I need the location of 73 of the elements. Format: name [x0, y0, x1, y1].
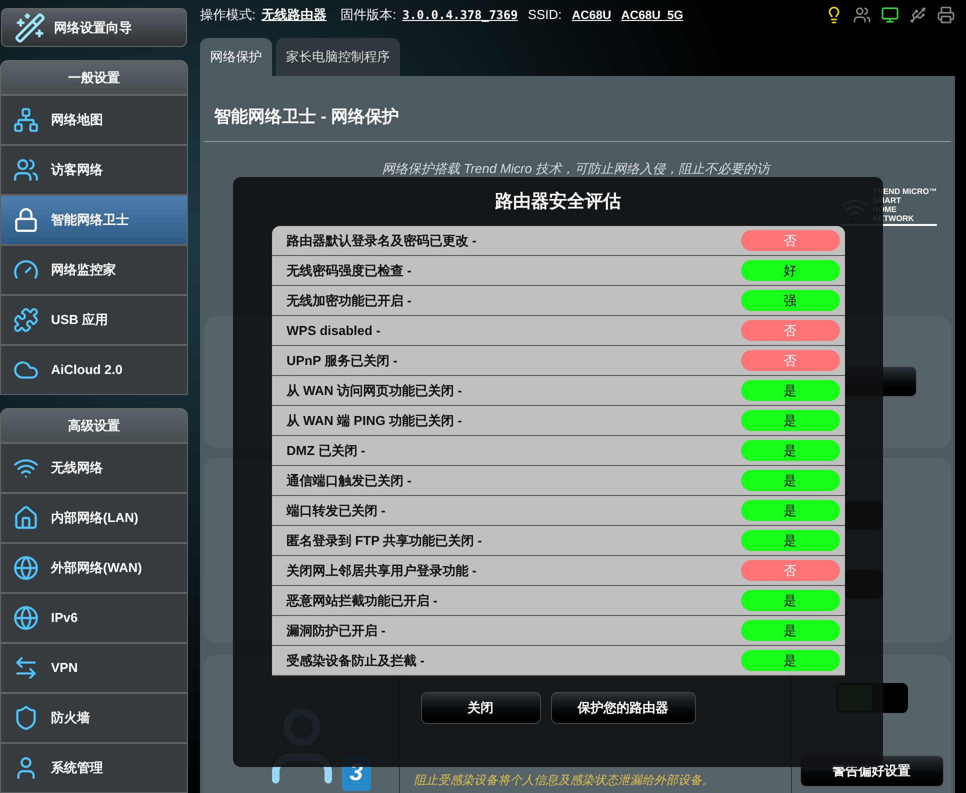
lock-icon [13, 207, 39, 233]
usb-icon[interactable] [909, 6, 927, 24]
ssid-link[interactable]: AC68U_5G [621, 6, 684, 24]
globe-icon [13, 555, 39, 581]
result-pill: 是 [740, 590, 840, 611]
mode-label: 操作模式: [200, 6, 256, 24]
check-label: 匿名登录到 FTP 共享功能已关闭 - [286, 532, 482, 550]
result-pill: 是 [740, 410, 840, 431]
mode-link[interactable]: 无线路由器 [262, 5, 327, 25]
puzzle-icon [13, 307, 39, 333]
check-label: 无线加密功能已开启 - [286, 292, 412, 310]
check-label: 从 WAN 端 PING 功能已关闭 - [286, 412, 462, 430]
setup-wizard-button[interactable]: 网络设置向导 [1, 8, 187, 47]
check-label: 漏洞防护已开启 - [286, 622, 386, 640]
menu-group-header: 一般设置 [0, 60, 188, 95]
sidebar-item[interactable]: 防火墙 [0, 693, 188, 743]
modal-button[interactable]: 关闭 [420, 692, 540, 724]
description-text: 网络保护搭载 Trend Micro 技术，可防止网络入侵，阻止不必要的访 [382, 160, 770, 178]
sidebar-item[interactable]: 无线网络 [0, 443, 188, 493]
modal-title: 路由器安全评估 [495, 190, 621, 214]
check-label: 从 WAN 访问网页功能已关闭 - [286, 382, 462, 400]
house-icon [13, 505, 39, 531]
result-pill: 是 [740, 650, 840, 671]
ssid-link[interactable]: AC68U [572, 6, 612, 24]
result-pill: 好 [740, 260, 840, 281]
firmware-label: 固件版本: [340, 6, 396, 24]
check-label: 无线密码强度已检查 - [286, 262, 412, 280]
check-label: 恶意网站拦截功能已开启 - [286, 592, 438, 610]
check-label: 关闭网上邻居共享用户登录功能 - [286, 562, 476, 580]
network-icon [13, 107, 39, 133]
check-label: DMZ 已关闭 - [286, 442, 366, 460]
sidebar-item[interactable]: 访客网络 [0, 145, 188, 195]
monitor-icon[interactable] [881, 6, 899, 24]
globe-icon [13, 605, 39, 631]
users-icon [13, 157, 39, 183]
result-pill: 否 [740, 230, 840, 251]
sidebar-item[interactable]: 网络监控家 [0, 245, 188, 295]
result-pill: 强 [740, 290, 840, 311]
check-label: 端口转发已关闭 - [286, 502, 386, 520]
sidebar-item[interactable]: 智能网络卫士 [0, 195, 188, 245]
sidebar-item[interactable]: USB 应用 [0, 295, 188, 345]
modal-button[interactable]: 保护您的路由器 [550, 692, 696, 724]
menu-group-header: 高级设置 [0, 408, 188, 443]
check-label: UPnP 服务已关闭 - [286, 352, 398, 370]
check-label: WPS disabled - [286, 322, 380, 340]
sidebar-item[interactable]: 内部网络(LAN) [0, 493, 188, 543]
result-pill: 否 [740, 350, 840, 371]
result-pill: 否 [740, 320, 840, 341]
result-pill: 否 [740, 560, 840, 581]
tab[interactable]: 家长电脑控制程序 [276, 38, 400, 76]
result-pill: 是 [740, 500, 840, 521]
users-icon[interactable] [853, 6, 871, 24]
firmware-link[interactable]: 3.0.0.4.378_7369 [402, 6, 518, 24]
check-label: 通信端口触发已关闭 - [286, 472, 412, 490]
result-pill: 是 [740, 380, 840, 401]
result-pill: 是 [740, 620, 840, 641]
check-label: 路由器默认登录名及密码已更改 - [286, 232, 476, 250]
printer-icon[interactable] [937, 6, 955, 24]
sidebar-item[interactable]: AiCloud 2.0 [0, 345, 188, 395]
result-pill: 是 [740, 440, 840, 461]
page-title: 智能网络卫士 - 网络保护 [214, 106, 400, 128]
check-label: 受感染设备防止及拦截 - [286, 652, 424, 670]
sidebar-item[interactable]: 网络地图 [0, 95, 188, 145]
sidebar-item[interactable]: 外部网络(WAN) [0, 543, 188, 593]
sidebar-item[interactable]: VPN [0, 643, 188, 693]
ssid-label: SSID: [528, 6, 562, 24]
tab[interactable]: 网络保护 [200, 38, 272, 76]
result-pill: 是 [740, 530, 840, 551]
sidebar-item[interactable]: IPv6 [0, 593, 188, 643]
sidebar-item[interactable]: 系统管理 [0, 743, 188, 793]
feature-description: 阻止受感染设备将个人信息及感染状态泄漏给外部设备。 [414, 772, 715, 789]
result-pill: 是 [740, 470, 840, 491]
magic-wand-icon [14, 12, 46, 44]
